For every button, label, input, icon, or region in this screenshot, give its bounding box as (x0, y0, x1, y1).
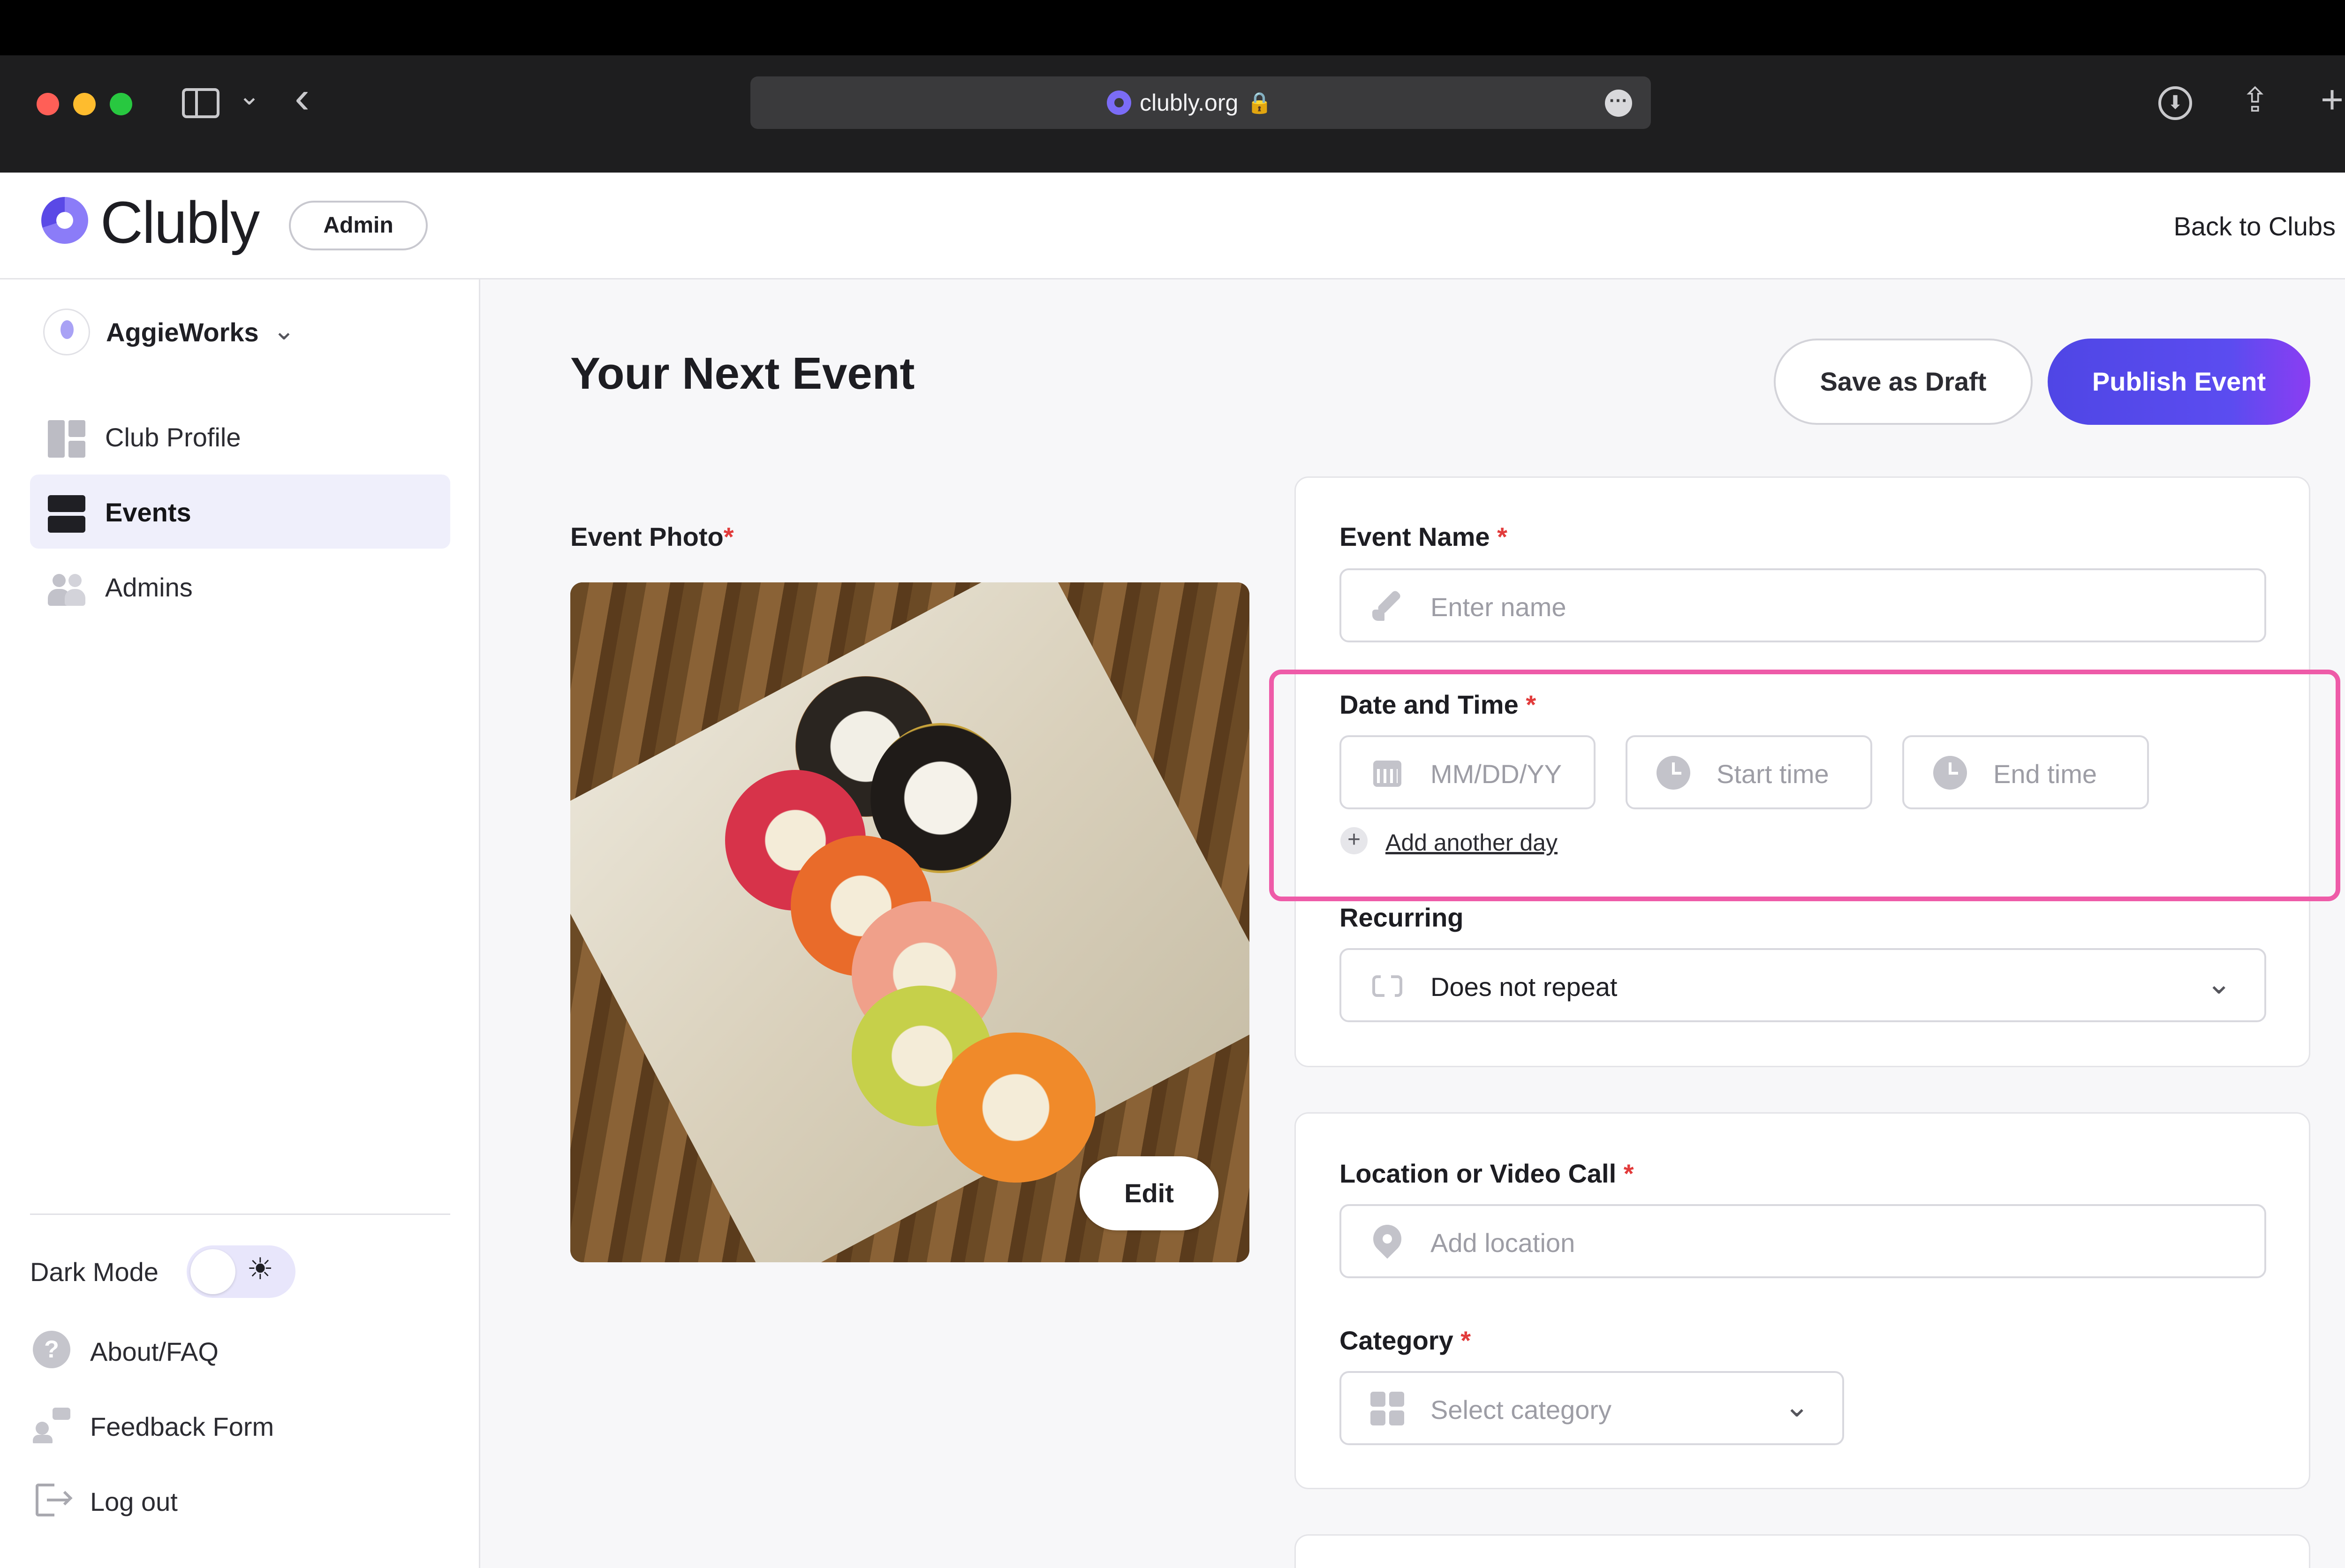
chevron-down-icon[interactable]: ⌄ (238, 83, 260, 109)
sidebar-item-label: Events (105, 498, 191, 527)
share-icon[interactable]: ⇪ (2241, 83, 2269, 117)
location-placeholder: Add location (1430, 1228, 1575, 1258)
link-label: Feedback Form (90, 1412, 274, 1441)
recurring-value: Does not repeat (1430, 972, 1618, 1002)
window-minimize-button[interactable] (73, 93, 96, 115)
chevron-down-icon: ⌄ (2206, 966, 2232, 1000)
feedback-icon (33, 1406, 70, 1443)
next-section-card (1294, 1534, 2310, 1568)
download-icon[interactable]: ⬇ (2158, 86, 2192, 120)
sidebar-item-events[interactable]: Events (30, 475, 450, 549)
category-label: Category * (1339, 1326, 1471, 1355)
dark-mode-toggle[interactable]: ☀ (187, 1245, 295, 1298)
event-name-placeholder: Enter name (1430, 592, 1566, 622)
link-label: Log out (90, 1487, 178, 1516)
logo-text: Clubly (100, 189, 260, 256)
event-photo-label: Event Photo* (570, 522, 734, 551)
category-placeholder: Select category (1430, 1395, 1611, 1425)
role-badge: Admin (289, 201, 428, 250)
users-icon (48, 570, 85, 608)
sidebar-item-admins[interactable]: Admins (30, 550, 450, 624)
sun-icon: ☀ (247, 1252, 274, 1286)
back-to-clubs-link[interactable]: Back to Clubs (2174, 211, 2336, 241)
publish-event-button[interactable]: Publish Event (2048, 339, 2310, 425)
chevron-down-icon[interactable]: ⌄ (273, 315, 295, 346)
sidebar-item-club-profile[interactable]: Club Profile (30, 400, 450, 474)
grid-icon (1370, 1392, 1404, 1425)
site-favicon-icon (1107, 90, 1131, 115)
location-label: Location or Video Call * (1339, 1159, 1634, 1188)
sidebar-item-label: Admins (105, 573, 193, 602)
back-icon[interactable]: ‹ (295, 75, 310, 120)
event-name-label: Event Name * (1339, 522, 1507, 551)
sidebar-divider (30, 1214, 450, 1215)
dark-mode-label: Dark Mode (30, 1257, 159, 1287)
edit-photo-button[interactable]: Edit (1080, 1156, 1218, 1230)
photo-sushi-roll (936, 1033, 1096, 1183)
screen-top-strip (0, 0, 2345, 55)
recurring-select[interactable]: Does not repeat ⌄ (1339, 948, 2266, 1022)
sidebar-toggle-icon[interactable] (182, 88, 219, 118)
repeat-icon (1370, 969, 1404, 1003)
url-text: clubly.org (1140, 90, 1239, 116)
brush-icon (1370, 589, 1404, 623)
events-icon (48, 495, 85, 533)
chevron-down-icon: ⌄ (1784, 1389, 1809, 1423)
sidebar-item-label: Club Profile (105, 422, 241, 452)
location-input[interactable]: Add location (1339, 1204, 2266, 1278)
logout-icon (33, 1481, 73, 1518)
window-close-button[interactable] (37, 93, 59, 115)
address-bar[interactable]: clubly.org 🔒 ··· (750, 76, 1651, 129)
lock-icon: 🔒 (1247, 91, 1273, 114)
page-title: Your Next Event (570, 348, 915, 399)
link-label: About/FAQ (90, 1337, 219, 1366)
layout-icon (48, 420, 85, 458)
location-pin-icon (1367, 1219, 1407, 1259)
new-tab-icon[interactable]: + (2321, 80, 2344, 119)
recurring-label: Recurring (1339, 903, 1464, 932)
save-draft-button[interactable]: Save as Draft (1774, 339, 2033, 425)
window-zoom-button[interactable] (110, 93, 132, 115)
more-icon[interactable]: ··· (1605, 90, 1632, 117)
event-name-input[interactable]: Enter name (1339, 568, 2266, 642)
clubly-logo-icon (41, 197, 88, 244)
date-time-highlight (1269, 670, 2340, 901)
required-mark: * (723, 522, 734, 551)
club-switcher[interactable]: AggieWorks (106, 317, 259, 347)
category-select[interactable]: Select category ⌄ (1339, 1371, 1844, 1445)
club-avatar-icon (43, 309, 90, 355)
toggle-knob (190, 1249, 235, 1294)
help-icon: ? (33, 1331, 70, 1368)
